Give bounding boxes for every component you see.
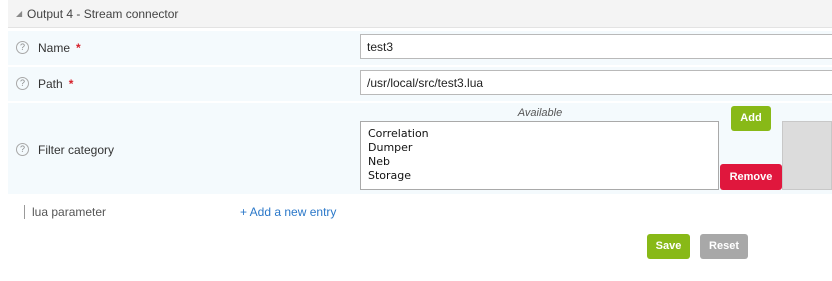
help-icon[interactable]: ? [16,77,29,90]
filter-category-row: ? Filter category Available Correlation … [8,103,832,194]
filter-category-label: Filter category [38,143,115,157]
reset-button[interactable]: Reset [700,234,748,259]
remove-button[interactable]: Remove [720,164,782,190]
path-label: Path * [38,77,74,91]
list-item[interactable]: Dumper [368,141,711,155]
section-header: ◢ Output 4 - Stream connector [8,0,832,28]
section-title: Output 4 - Stream connector [27,7,179,21]
path-input[interactable] [360,70,832,95]
lua-parameter-divider [24,205,25,219]
name-label: Name * [38,41,81,55]
list-item[interactable]: Storage [368,169,711,183]
list-item[interactable]: Correlation [368,127,711,141]
save-button[interactable]: Save [647,234,690,259]
required-marker: * [68,77,74,91]
required-marker: * [76,41,81,55]
collapse-toggle-icon[interactable]: ◢ [16,9,22,18]
name-input[interactable] [360,34,832,59]
path-row: ? Path * [8,67,832,101]
selected-categories-list[interactable] [782,121,832,190]
lua-parameter-label: lua parameter [32,205,107,219]
add-button[interactable]: Add [731,106,771,131]
help-icon[interactable]: ? [16,41,29,54]
help-icon[interactable]: ? [16,143,29,156]
list-item[interactable]: Neb [368,155,711,169]
name-row: ? Name * [8,31,832,65]
available-categories-list[interactable]: Correlation Dumper Neb Storage [360,121,719,190]
add-entry-link[interactable]: + Add a new entry [240,205,336,219]
available-label: Available [517,107,563,119]
